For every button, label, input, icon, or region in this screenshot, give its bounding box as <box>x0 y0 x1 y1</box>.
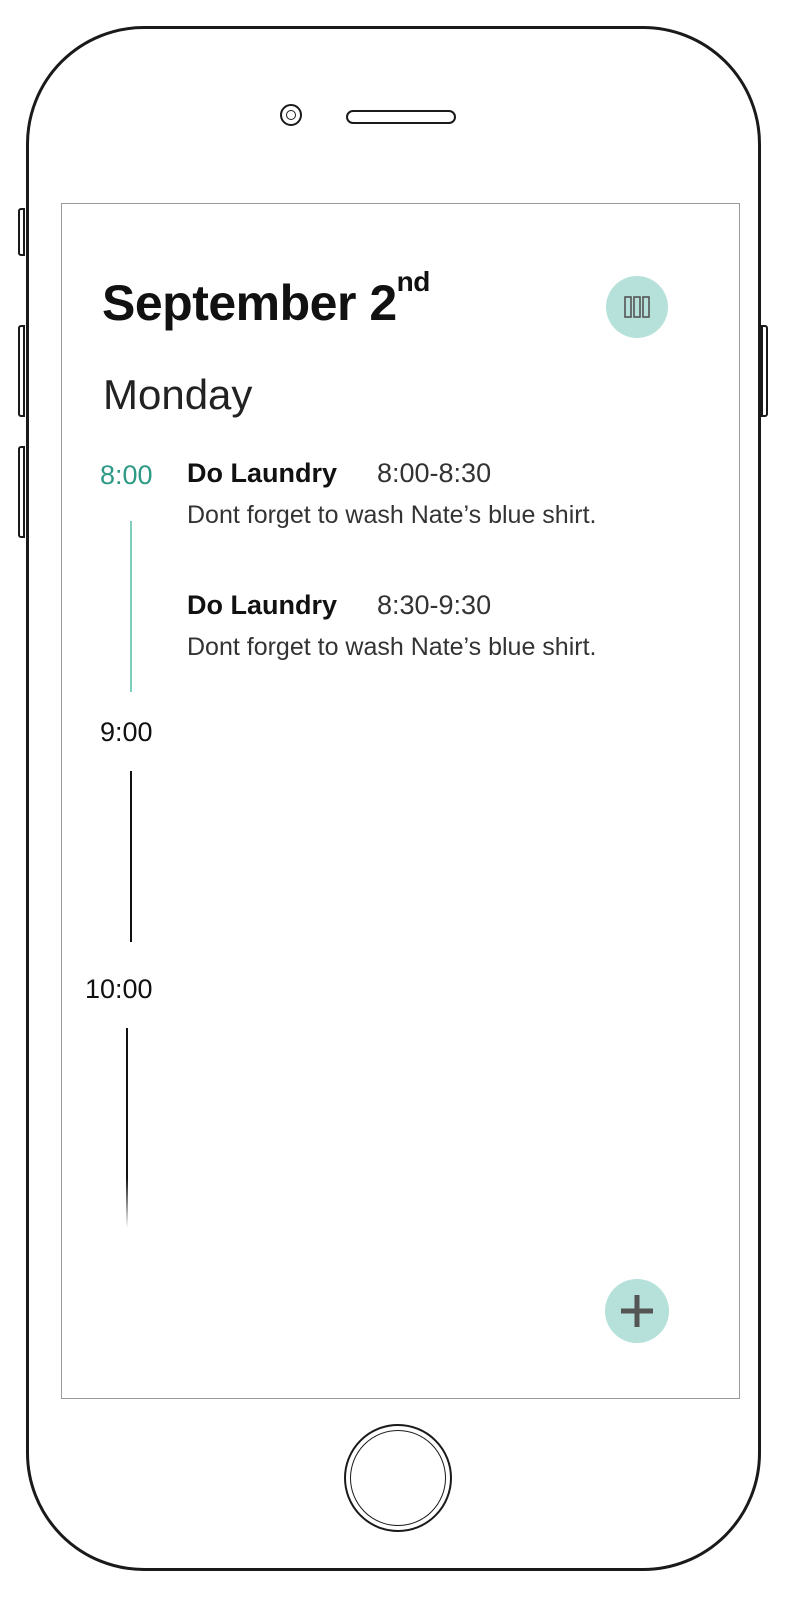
page-title: September 2nd <box>102 268 430 332</box>
add-event-button[interactable] <box>605 1279 669 1343</box>
view-toggle-button[interactable] <box>606 276 668 338</box>
date-ordinal-suffix: nd <box>396 266 431 297</box>
event-time: 8:30-9:30 <box>377 590 492 620</box>
event-title: Do Laundry <box>187 458 338 488</box>
timeline-segment-10 <box>126 1028 128 1228</box>
event-note: Dont forget to wash Nate’s blue shirt. <box>187 633 597 661</box>
weekday-label: Monday <box>103 371 253 418</box>
event-time: 8:00-8:30 <box>377 458 492 488</box>
timeline-segment-9 <box>130 771 132 942</box>
volume-up-button <box>18 325 25 417</box>
power-button <box>761 325 768 417</box>
event-title: Do Laundry <box>187 590 338 620</box>
hour-label-9: 9:00 <box>100 717 153 747</box>
earpiece-speaker <box>346 110 456 124</box>
timeline-segment-8 <box>130 521 132 692</box>
event-note: Dont forget to wash Nate’s blue shirt. <box>187 501 597 529</box>
front-camera <box>280 104 302 126</box>
home-button[interactable] <box>344 1424 452 1532</box>
hour-label-8: 8:00 <box>100 460 153 490</box>
columns-icon <box>624 296 650 318</box>
plus-icon <box>621 1295 653 1327</box>
app-screen: September 2nd Monday 8:00 9:00 10:00 Do … <box>61 203 740 1399</box>
mute-switch <box>18 208 25 256</box>
hour-label-10: 10:00 <box>85 974 153 1004</box>
volume-down-button <box>18 446 25 538</box>
date-label: September 2 <box>102 275 397 331</box>
